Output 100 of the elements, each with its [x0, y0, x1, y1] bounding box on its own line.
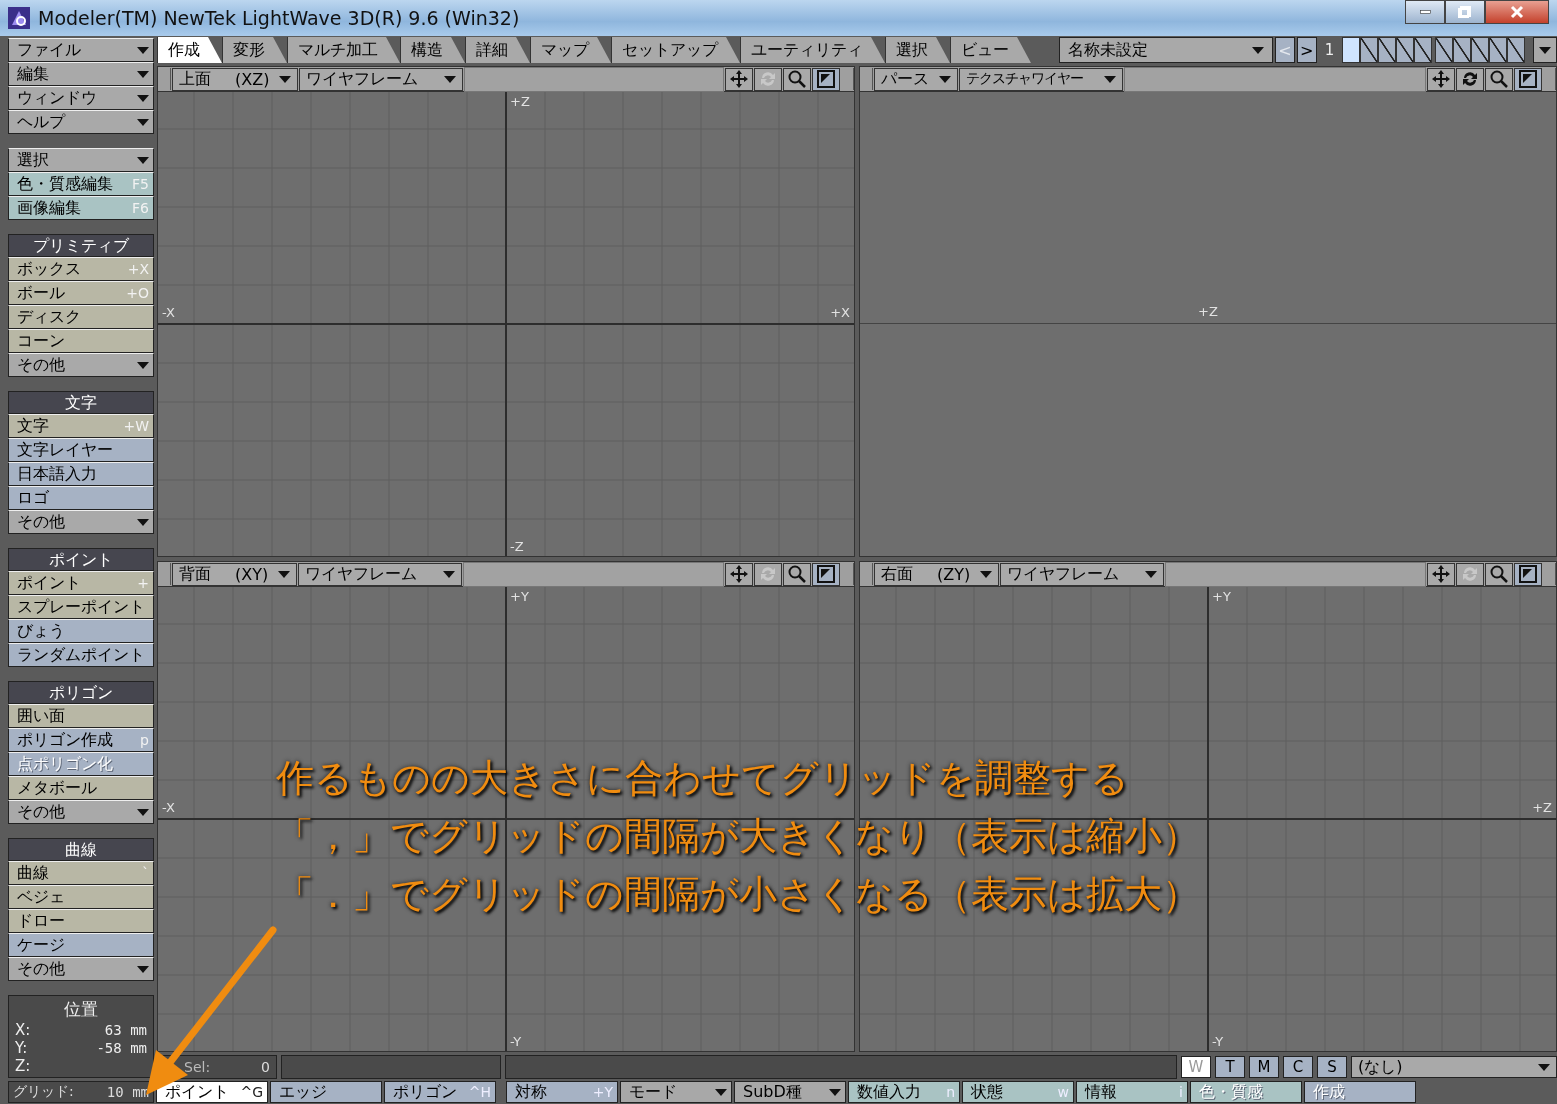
menu-button[interactable]: ウィンドウ — [8, 86, 154, 110]
layer-toggle[interactable] — [1342, 37, 1361, 63]
view-dropdown[interactable]: パース — [874, 67, 958, 91]
layer-toggle[interactable] — [1378, 37, 1397, 63]
layer-toggle[interactable] — [1471, 37, 1490, 63]
selection-mode-button[interactable]: ポリゴン ^H — [384, 1081, 496, 1103]
view-dropdown[interactable]: 上面 (XZ) — [172, 67, 299, 91]
layer-toggle[interactable] — [1414, 37, 1433, 63]
maximize-viewport-button[interactable] — [1514, 562, 1542, 586]
tab[interactable]: 変形 — [222, 37, 287, 63]
move-button[interactable] — [725, 562, 753, 586]
tab[interactable]: セットアップ — [611, 37, 740, 63]
tool-button[interactable]: コーン — [8, 329, 154, 353]
selection-mode-button[interactable]: ポイント ^G — [156, 1081, 268, 1103]
tool-button[interactable]: 日本語入力 — [8, 462, 154, 486]
menu-button[interactable]: モード — [620, 1081, 732, 1103]
object-dropdown[interactable]: 名称未設定 — [1059, 37, 1274, 63]
caret-icon — [829, 1088, 841, 1096]
tool-button[interactable]: 数値入力 n — [848, 1081, 960, 1103]
caret-icon — [137, 156, 149, 164]
tab[interactable]: ユーティリティ — [740, 37, 885, 63]
render-mode-dropdown[interactable]: ワイヤフレーム — [299, 67, 464, 91]
move-button[interactable] — [1427, 67, 1455, 91]
menu-button[interactable]: その他 — [8, 800, 154, 824]
tab[interactable]: マップ — [530, 37, 611, 63]
render-mode-dropdown[interactable]: テクスチャワイヤー — [959, 67, 1123, 91]
render-mode-dropdown[interactable]: ワイヤフレーム — [298, 562, 463, 586]
zoom-button[interactable] — [783, 562, 811, 586]
tool-button[interactable]: 色・質感編集 F5 — [8, 172, 154, 196]
tab[interactable]: 選択 — [885, 37, 950, 63]
move-button[interactable] — [1427, 562, 1455, 586]
map-toggle[interactable]: C — [1283, 1056, 1313, 1078]
maximize-viewport-button[interactable] — [812, 67, 840, 91]
tool-button[interactable]: ベジェ — [8, 885, 154, 909]
tab[interactable]: 作成 — [157, 37, 222, 63]
maximize-viewport-button[interactable] — [812, 562, 840, 586]
panel-title: 位置 — [63, 998, 99, 1021]
render-mode-dropdown[interactable]: ワイヤフレーム — [1000, 562, 1165, 586]
tab[interactable]: ビュー — [950, 37, 1031, 63]
layer-toggle[interactable] — [1453, 37, 1472, 63]
rotate-icon — [758, 69, 778, 89]
tool-button[interactable]: 囲い面 — [8, 704, 154, 728]
tool-button[interactable]: 文字 +W — [8, 414, 154, 438]
maximize-viewport-button[interactable] — [1514, 67, 1542, 91]
tool-button[interactable]: 対称 +Y — [506, 1081, 618, 1103]
tool-button[interactable]: ボール +O — [8, 281, 154, 305]
map-toggle[interactable]: S — [1317, 1056, 1347, 1078]
map-toggle[interactable]: T — [1215, 1056, 1245, 1078]
app-logo-icon — [8, 7, 30, 29]
tool-button[interactable]: 画像編集 F6 — [8, 196, 154, 220]
view-dropdown[interactable]: 右面 (ZY) — [874, 562, 1000, 586]
layer-toggle[interactable] — [1507, 37, 1526, 63]
tool-button[interactable]: ケージ — [8, 933, 154, 957]
tool-button[interactable]: スプレーポイント — [8, 595, 154, 619]
tool-button[interactable]: ディスク — [8, 305, 154, 329]
move-button[interactable] — [725, 67, 753, 91]
rotate-button[interactable] — [1456, 67, 1484, 91]
caret-icon — [1252, 46, 1265, 54]
minimize-button[interactable] — [1405, 0, 1445, 24]
caret-icon — [278, 570, 291, 578]
view-dropdown[interactable]: 背面 (XY) — [172, 562, 298, 586]
menu-button[interactable]: その他 — [8, 510, 154, 534]
axis-label: +Y — [510, 589, 529, 604]
menu-button[interactable]: 編集 — [8, 62, 154, 86]
close-button[interactable] — [1485, 0, 1549, 24]
tool-button[interactable]: ドロー — [8, 909, 154, 933]
menu-button[interactable]: ファイル — [8, 38, 154, 62]
menu-button[interactable]: その他 — [8, 957, 154, 981]
layer-toggle[interactable] — [1396, 37, 1415, 63]
maximize-viewport-icon — [1518, 564, 1538, 584]
menu-button[interactable]: その他 — [8, 353, 154, 377]
tool-button[interactable]: ポイント + — [8, 571, 154, 595]
maximize-button[interactable] — [1445, 0, 1485, 24]
menu-button[interactable]: SubD種 — [734, 1081, 846, 1103]
layer-toggle[interactable] — [1435, 37, 1454, 63]
surface-dropdown[interactable]: (なし) — [1351, 1056, 1557, 1078]
tab[interactable]: マルチ加工 — [287, 37, 400, 63]
zoom-button[interactable] — [1485, 67, 1513, 91]
next-layer-button[interactable]: > — [1296, 37, 1317, 63]
tool-button[interactable]: メタボール — [8, 776, 154, 800]
tool-button[interactable]: ボックス +X — [8, 257, 154, 281]
caret-icon — [715, 1088, 727, 1096]
tool-button[interactable]: ランダムポイント — [8, 643, 154, 667]
tool-button[interactable]: 文字レイヤー — [8, 438, 154, 462]
menu-button[interactable]: ヘルプ — [8, 110, 154, 134]
tab[interactable]: 詳細 — [465, 37, 530, 63]
tool-button[interactable]: 状態 w — [962, 1081, 1074, 1103]
map-toggle[interactable]: M — [1249, 1056, 1279, 1078]
tool-button[interactable]: びょう — [8, 619, 154, 643]
menu-button[interactable]: 選択 — [8, 148, 154, 172]
tool-button[interactable]: 曲線 ` — [8, 861, 154, 885]
tool-button[interactable]: ポリゴン作成 p — [8, 728, 154, 752]
layer-menu-button[interactable] — [1533, 37, 1557, 63]
layer-toggle[interactable] — [1489, 37, 1508, 63]
selection-mode-button[interactable]: エッジ — [270, 1081, 382, 1103]
layer-toggle[interactable] — [1360, 37, 1379, 63]
tab[interactable]: 構造 — [400, 37, 465, 63]
zoom-button[interactable] — [1485, 562, 1513, 586]
zoom-button[interactable] — [783, 67, 811, 91]
tool-button[interactable]: ロゴ — [8, 486, 154, 510]
